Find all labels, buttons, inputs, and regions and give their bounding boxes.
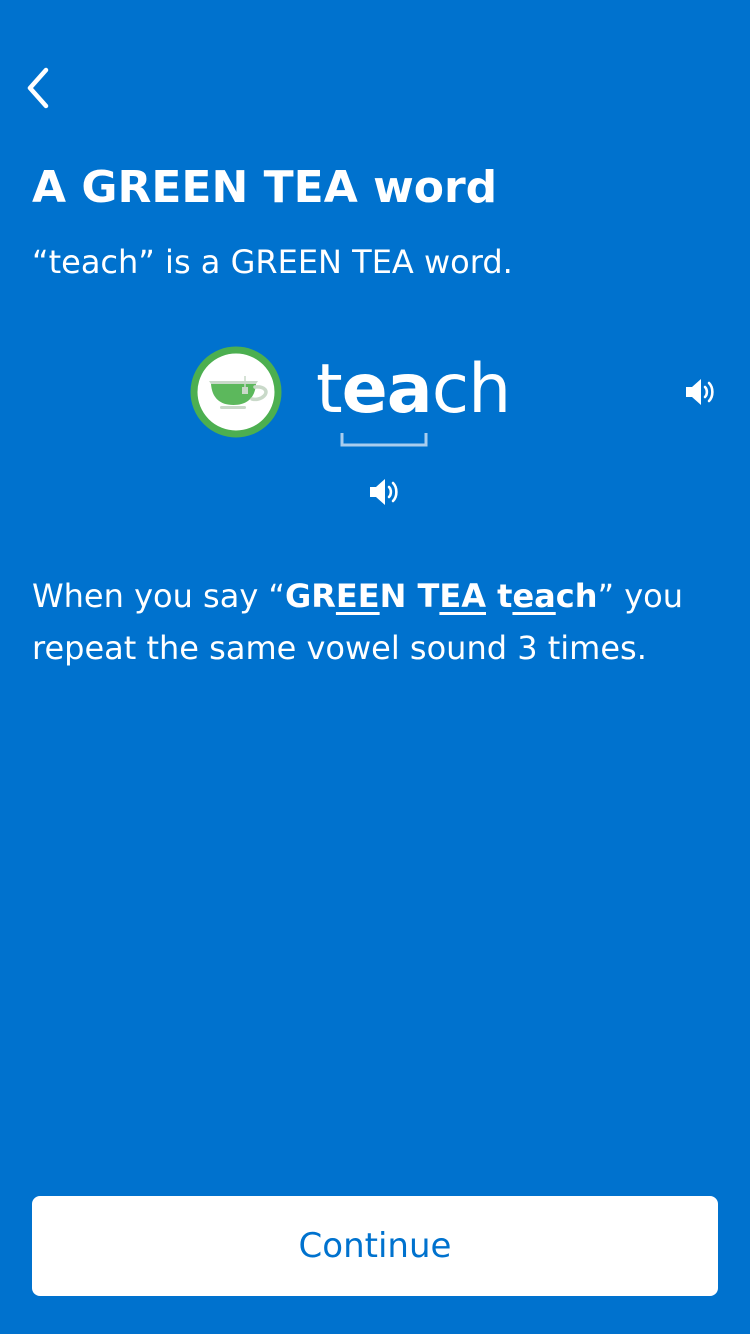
explanation-bold-1a: GR bbox=[285, 577, 336, 615]
explanation-text: When you say “GREEN TEA teach” you repea… bbox=[32, 570, 722, 674]
word-part-vowel: ea bbox=[341, 350, 433, 429]
explanation-underline-2: EA bbox=[439, 577, 486, 615]
word-part-end: ch bbox=[431, 350, 511, 429]
vowel-bracket-icon bbox=[340, 433, 428, 447]
vowel-bracket bbox=[340, 432, 428, 447]
explanation-prefix: When you say “ bbox=[32, 577, 285, 615]
page-subtitle: “teach” is a GREEN TEA word. bbox=[32, 243, 513, 281]
explanation-bold-2b: ch bbox=[555, 577, 598, 615]
speaker-icon bbox=[686, 379, 714, 405]
chevron-left-icon bbox=[27, 67, 49, 109]
speaker-icon bbox=[370, 479, 398, 505]
play-vowel-button[interactable] bbox=[364, 470, 408, 514]
page-title: A GREEN TEA word bbox=[32, 162, 498, 213]
explanation-underline-1: EE bbox=[335, 577, 380, 615]
green-tea-cup-icon bbox=[190, 346, 282, 438]
explanation-bold-2a: t bbox=[497, 577, 513, 615]
word-part-start: t bbox=[316, 350, 343, 429]
continue-button[interactable]: Continue bbox=[32, 1196, 718, 1296]
back-button[interactable] bbox=[14, 60, 62, 116]
play-word-button[interactable] bbox=[680, 370, 724, 414]
word-teach: teach bbox=[316, 348, 511, 432]
explanation-bold-1b: N T bbox=[379, 577, 440, 615]
explanation-underline-3: ea bbox=[512, 577, 556, 615]
green-tea-badge bbox=[190, 346, 282, 438]
